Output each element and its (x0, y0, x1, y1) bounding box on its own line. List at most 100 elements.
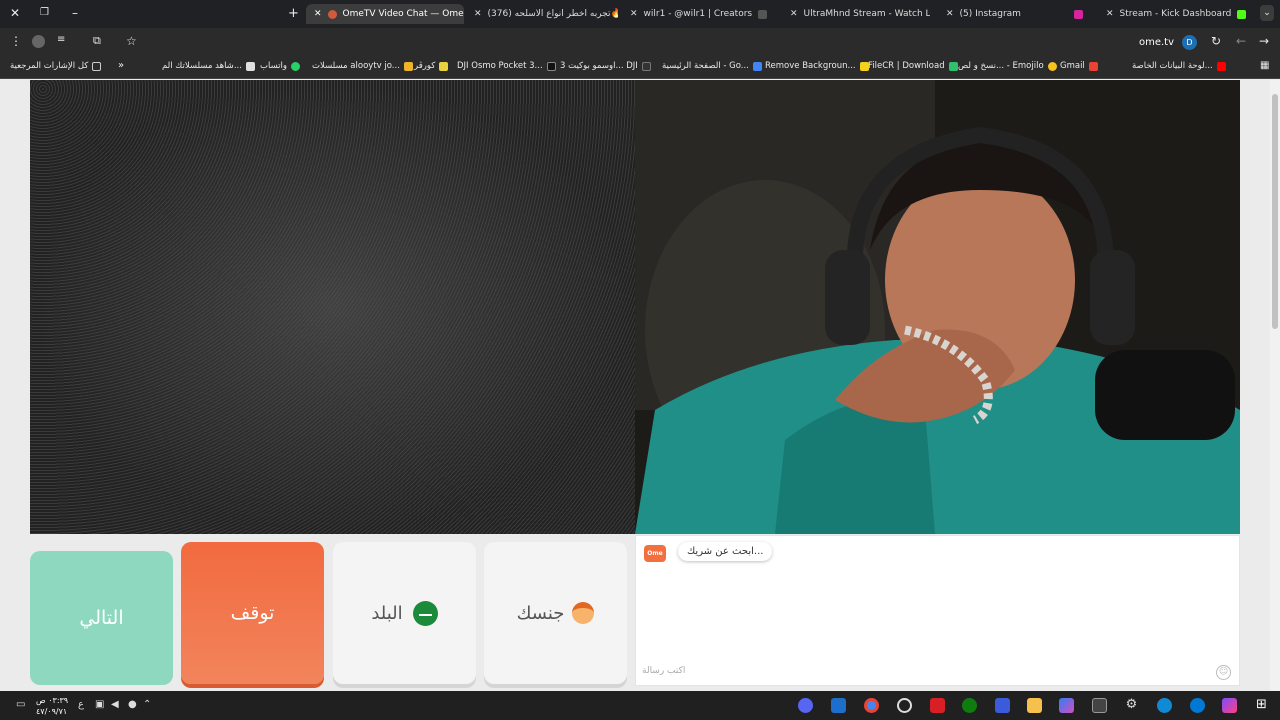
reload-icon[interactable]: ↻ (1211, 34, 1221, 48)
edge-icon[interactable] (1157, 698, 1172, 713)
account-avatar[interactable]: D (1182, 35, 1197, 50)
emoji-icon[interactable]: ☺ (1216, 665, 1231, 680)
message-input[interactable]: اكتب رسالة (642, 666, 685, 676)
bookmark-item[interactable]: Remove Backgroun... (765, 61, 869, 71)
clock-time: ٠٣:٣٩ ص (36, 696, 69, 705)
filecr-icon (948, 61, 958, 71)
bookmark-item[interactable]: شاهد مسلسلاتك الم... (162, 61, 255, 71)
new-tab-icon[interactable]: + (288, 6, 299, 21)
close-tab-icon[interactable]: ✕ (946, 9, 954, 19)
close-tab-icon[interactable]: ✕ (474, 9, 482, 19)
more-bookmarks-icon[interactable]: » (118, 60, 124, 71)
stop-button[interactable]: توقف (181, 542, 324, 684)
ometv-logo: Ome TV (644, 545, 666, 574)
bookmark-item[interactable]: Gmail (1060, 61, 1098, 71)
settings-gear-icon[interactable]: ⚙ (1124, 698, 1139, 713)
xbox-icon[interactable] (962, 698, 977, 713)
status-bubble: ابحث عن شريك... (678, 542, 773, 561)
shahid-icon (245, 61, 255, 71)
dji-store-icon (546, 61, 556, 71)
close-tab-icon[interactable]: ✕ (1106, 9, 1114, 19)
address-bar[interactable] (140, 32, 1200, 51)
close-tab-icon[interactable]: ✕ (314, 9, 322, 19)
file-explorer-icon[interactable] (1027, 698, 1042, 713)
bookmark-item[interactable]: اوسمو بوكيت 3... DJI (560, 61, 651, 71)
capcut-icon[interactable] (930, 698, 945, 713)
bookmark-item[interactable]: مسلسلات alooytv jo... (312, 61, 413, 71)
page-scrollbar[interactable] (1270, 80, 1280, 691)
forward-icon[interactable]: ← (1236, 34, 1246, 48)
tab-creators[interactable]: ✕ wilr1 - @wilr1 | Creators (622, 4, 772, 24)
bookmark-item[interactable]: الصفحة الرئيسية - Go... (662, 61, 762, 71)
ometv-favicon-icon (327, 9, 337, 19)
back-icon[interactable]: → (1259, 34, 1269, 48)
bookmark-item[interactable]: كورڤر (414, 61, 449, 71)
boy-avatar-icon (572, 602, 595, 624)
tab-strip: ✕ ❐ – + ✕ OmeTV Video Chat — Ome ✕ (376)… (0, 0, 1280, 28)
instagram-favicon-icon (1073, 9, 1083, 19)
bookmarks-bar: ▦ لوحة البيانات الخاصة... Gmail نسخ و لص… (0, 55, 1280, 79)
country-filter-button[interactable]: البلد (333, 542, 476, 684)
tab-youtube-video[interactable]: ✕ (376) تجربه اخطر انواع الاسلحه🔥 (466, 4, 618, 24)
bookmark-item[interactable]: واتساب (260, 61, 301, 71)
apps-grid-icon[interactable]: ▦ (1260, 60, 1269, 71)
emoji-icon (1047, 61, 1057, 71)
tab-ultramhnd[interactable]: ✕ UltraMhnd Stream - Watch Live (782, 4, 930, 24)
tab-label: (376) تجربه اخطر انواع الاسلحه🔥 (487, 9, 618, 19)
bookmark-item[interactable]: DJI Osmo Pocket 3... (457, 61, 556, 71)
saudi-flag-icon (412, 600, 438, 626)
tab-search-icon[interactable]: ⌄ (1260, 5, 1274, 21)
facebook-icon[interactable] (831, 698, 846, 713)
scrollbar-thumb[interactable] (1272, 94, 1278, 329)
creators-favicon-icon (758, 9, 768, 19)
extensions-icon[interactable]: ⧉ (93, 34, 101, 48)
self-camera-video (635, 80, 1240, 534)
notifications-icon[interactable]: ▭ (16, 699, 25, 710)
steam-icon[interactable] (897, 698, 912, 713)
tab-instagram[interactable]: ✕ (5) Instagram (938, 4, 1094, 24)
copilot-icon[interactable] (1059, 698, 1074, 713)
next-button-label: التالي (79, 607, 124, 629)
network-icon[interactable]: ▣ (95, 699, 104, 710)
chrome-icon[interactable] (864, 698, 879, 713)
whatsapp-icon (291, 61, 301, 71)
profile-icon[interactable] (32, 35, 45, 48)
url-text[interactable]: ome.tv (1139, 37, 1174, 48)
windows-start-icon[interactable]: ⊞ (1256, 698, 1271, 713)
tab-label: (5) Instagram (959, 9, 1021, 19)
copilot-app-icon[interactable] (1222, 698, 1237, 713)
all-bookmarks-folder[interactable]: كل الإشارات المرجعية (10, 61, 102, 71)
close-tab-icon[interactable]: ✕ (630, 9, 638, 19)
bookmark-item[interactable]: FileCR | Download (868, 61, 958, 71)
discord-icon[interactable] (798, 698, 813, 713)
tab-label: UltraMhnd Stream - Watch Live (803, 9, 930, 19)
minimize-window-icon[interactable]: – (72, 6, 78, 20)
close-tab-icon[interactable]: ✕ (790, 9, 798, 19)
system-clock[interactable]: ٠٣:٣٩ ص ٤٧/٠٩/٧١ (36, 695, 68, 717)
kr-icon (439, 61, 449, 71)
clock-date: ٤٧/٠٩/٧١ (36, 707, 68, 716)
microphone-icon[interactable]: ● (128, 699, 137, 710)
photos-icon[interactable] (1190, 698, 1205, 713)
store-icon[interactable] (1092, 698, 1107, 713)
dji-icon (641, 61, 651, 71)
show-hidden-icons-icon[interactable]: ⌃ (143, 699, 151, 710)
gender-label: جنسك (516, 602, 565, 624)
bookmark-star-icon[interactable]: ☆ (126, 34, 137, 48)
chat-panel: Ome TV ابحث عن شريك... اكتب رسالة ☺ (635, 535, 1240, 686)
tab-ometv[interactable]: ✕ OmeTV Video Chat — Ome (306, 4, 464, 24)
reading-list-icon[interactable]: ≡ (57, 34, 65, 45)
gender-filter-button[interactable]: جنسك (484, 542, 627, 684)
tab-kick-dashboard[interactable]: ✕ Stream - Kick Dashboard (1098, 4, 1254, 24)
bookmark-item[interactable]: لوحة البيانات الخاصة... (1132, 61, 1226, 71)
kick-favicon-icon (1237, 9, 1247, 19)
restore-window-icon[interactable]: ❐ (40, 7, 49, 18)
volume-icon[interactable]: ◀ (111, 699, 119, 710)
input-language[interactable]: ع (78, 699, 84, 710)
next-button[interactable]: التالي (30, 551, 173, 685)
removebg-icon (859, 61, 869, 71)
bookmark-item[interactable]: نسخ و لص... - Emojilo (958, 61, 1057, 71)
menu-dots-icon[interactable]: ⋮ (10, 34, 22, 48)
close-window-icon[interactable]: ✕ (10, 6, 20, 20)
teams-icon[interactable] (995, 698, 1010, 713)
